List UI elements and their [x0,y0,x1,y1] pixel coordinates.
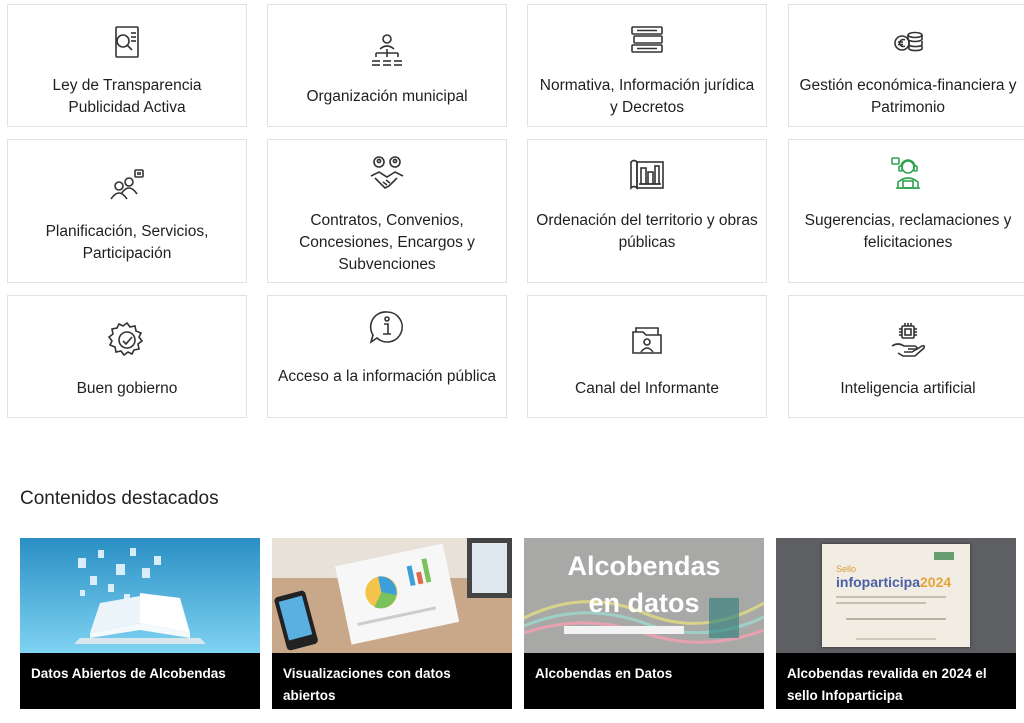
featured-item-infoparticipa[interactable]: Sello infoparticipa2024 Alcobendas reval… [776,538,1016,709]
folder-person-icon [528,318,766,362]
cert-brand: infoparticipa [836,574,921,590]
info-bubble-icon [268,306,506,350]
featured-item-datos-abiertos[interactable]: Datos Abiertos de Alcobendas [20,538,260,709]
featured-caption: Alcobendas revalida en 2024 el sello Inf… [776,653,1016,709]
card-label: Organización municipal [306,88,468,105]
card-label: Canal del Informante [575,380,719,397]
city-blueprint-icon [528,152,766,196]
featured-item-alcobendas-en-datos[interactable]: Alcobendas en datos Alcobendas en Datos [524,538,764,709]
people-chat-icon [8,164,246,208]
card-label: Ordenación del territorio y obras públic… [536,212,758,251]
card-label: Sugerencias, reclamaciones y felicitacio… [804,212,1012,251]
ai-chip-hand-icon [789,318,1024,362]
card-label: Buen gobierno [76,380,178,397]
books-stack-icon [528,17,766,61]
card-label: Normativa, Información jurídica y Decret… [539,77,755,116]
cert-small-label: Sello [836,564,857,574]
card-label: Planificación, Servicios, Participación [45,223,209,262]
euro-coins-icon [789,19,1024,63]
featured-item-visualizaciones[interactable]: Visualizaciones con datos abiertos [272,538,512,709]
card-transparencia[interactable]: Ley de Transparencia Publicidad Activa [7,4,247,127]
card-contratos[interactable]: Contratos, Convenios, Concesiones, Encar… [267,139,507,283]
card-gestion[interactable]: Gestión económica-financiera y Patrimoni… [788,4,1024,127]
card-planificacion[interactable]: Planificación, Servicios, Participación [7,139,247,283]
charts-visualization-image [272,538,512,653]
featured-caption: Alcobendas en Datos [524,653,764,709]
card-label: Contratos, Convenios, Concesiones, Encar… [299,212,475,273]
org-chart-icon [268,29,506,73]
card-ordenacion[interactable]: Ordenación del territorio y obras públic… [527,139,767,283]
banner-title-line2: en datos [588,588,700,618]
card-organizacion[interactable]: Organización municipal [267,4,507,127]
handshake-icon [268,152,506,196]
featured-section-title: Contenidos destacados [20,488,219,509]
infoparticipa-certificate-image: Sello infoparticipa2024 [776,538,1016,653]
support-agent-icon [789,152,1024,196]
card-normativa[interactable]: Normativa, Información jurídica y Decret… [527,4,767,127]
card-buen-gobierno[interactable]: Buen gobierno [7,295,247,418]
card-label: Gestión económica-financiera y Patrimoni… [799,77,1017,116]
card-label: Ley de Transparencia Publicidad Activa [52,77,202,116]
card-acceso[interactable]: Acceso a la información pública [267,295,507,418]
card-sugerencias[interactable]: Sugerencias, reclamaciones y felicitacio… [788,139,1024,283]
cert-year: 2024 [920,574,952,590]
featured-caption: Datos Abiertos de Alcobendas [20,653,260,709]
alcobendas-en-datos-banner: Alcobendas en datos [524,538,764,653]
transparency-document-icon [8,21,246,65]
card-label: Inteligencia artificial [840,380,976,397]
banner-title-line1: Alcobendas [567,551,721,581]
card-label: Acceso a la información pública [278,368,496,385]
featured-caption: Visualizaciones con datos abiertos [272,653,512,709]
card-inteligencia-artificial[interactable]: Inteligencia artificial [788,295,1024,418]
open-book-data-image [20,538,260,653]
card-canal-informante[interactable]: Canal del Informante [527,295,767,418]
good-governance-gear-icon [8,318,246,362]
